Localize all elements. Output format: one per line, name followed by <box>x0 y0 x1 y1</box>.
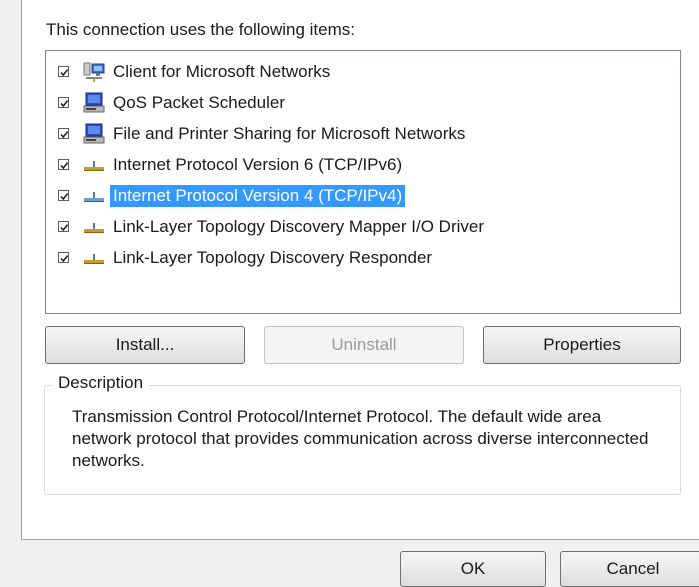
item-label: File and Printer Sharing for Microsoft N… <box>113 124 466 143</box>
checkmark-icon <box>60 131 69 139</box>
item-label: Internet Protocol Version 4 (TCP/IPv4) <box>110 185 406 207</box>
checkmark-icon <box>60 255 69 263</box>
item-checkbox[interactable] <box>58 66 69 77</box>
checkmark-icon <box>60 193 69 201</box>
description-text: Transmission Control Protocol/Internet P… <box>72 407 649 470</box>
item-checkbox[interactable] <box>58 252 69 263</box>
cancel-button[interactable]: Cancel <box>560 551 699 587</box>
list-item[interactable]: Internet Protocol Version 6 (TCP/IPv6) <box>46 151 680 180</box>
item-checkbox[interactable] <box>58 221 69 232</box>
checkmark-icon <box>60 69 69 77</box>
item-label: Link-Layer Topology Discovery Mapper I/O… <box>113 217 484 236</box>
item-checkbox[interactable] <box>58 190 69 201</box>
list-item[interactable]: Link-Layer Topology Discovery Mapper I/O… <box>46 213 680 242</box>
item-label: Client for Microsoft Networks <box>113 62 331 81</box>
network-protocol-icon <box>84 254 104 264</box>
uninstall-button[interactable]: Uninstall <box>264 326 464 364</box>
list-item[interactable]: File and Printer Sharing for Microsoft N… <box>46 120 680 149</box>
network-protocol-icon <box>84 161 104 171</box>
list-item[interactable]: QoS Packet Scheduler <box>46 89 680 118</box>
list-item[interactable]: Link-Layer Topology Discovery Responder <box>46 244 680 273</box>
network-protocol-icon <box>84 223 104 233</box>
item-checkbox[interactable] <box>58 128 69 139</box>
item-label: Link-Layer Topology Discovery Responder <box>113 248 433 267</box>
checkmark-icon <box>60 224 69 232</box>
install-button[interactable]: Install... <box>45 326 245 364</box>
item-checkbox[interactable] <box>58 97 69 108</box>
items-listbox[interactable]: Client for Microsoft Networks QoS Packet… <box>45 50 681 314</box>
item-label: QoS Packet Scheduler <box>113 93 285 112</box>
checkmark-icon <box>60 162 69 170</box>
network-client-icon <box>83 62 105 82</box>
list-item[interactable]: Internet Protocol Version 4 (TCP/IPv4) <box>46 182 680 211</box>
network-service-icon <box>83 123 105 144</box>
item-label: Internet Protocol Version 6 (TCP/IPv6) <box>113 155 403 174</box>
item-checkbox[interactable] <box>58 159 69 170</box>
items-heading: This connection uses the following items… <box>46 20 355 39</box>
ok-button[interactable]: OK <box>400 551 546 587</box>
description-title: Description <box>53 373 149 393</box>
network-protocol-icon <box>84 192 104 202</box>
list-item[interactable]: Client for Microsoft Networks <box>46 58 680 87</box>
properties-button[interactable]: Properties <box>483 326 681 364</box>
checkmark-icon <box>60 100 69 108</box>
network-service-icon <box>83 92 105 113</box>
